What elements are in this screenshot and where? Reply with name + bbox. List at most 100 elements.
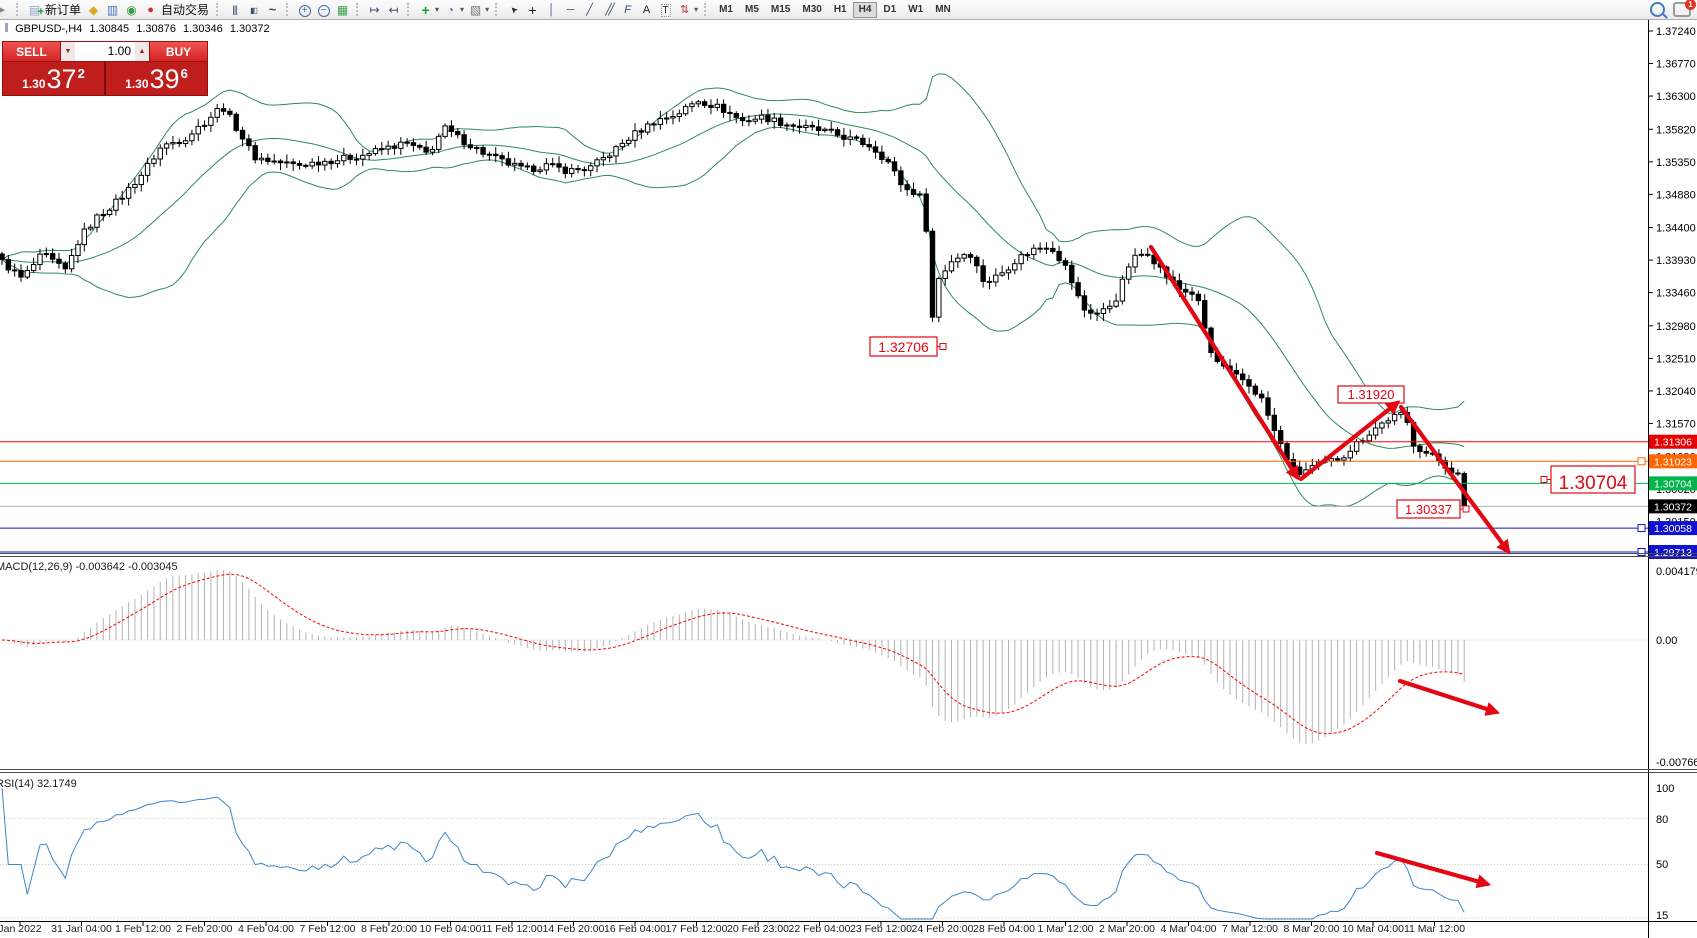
svg-text:23 Feb 12:00: 23 Feb 12:00 (850, 923, 912, 935)
timeframe-m5[interactable]: M5 (739, 2, 765, 18)
trend-arrow[interactable] (1377, 853, 1487, 884)
volume-stepper: ▼ 1.00 ▲ (61, 41, 149, 62)
chart-header-icon (5, 23, 8, 32)
svg-text:31 Jan 04:00: 31 Jan 04:00 (51, 923, 112, 935)
svg-text:2 Mar 20:00: 2 Mar 20:00 (1099, 923, 1155, 935)
volume-decrease-button[interactable]: ▼ (61, 42, 75, 61)
label-icon[interactable] (657, 2, 674, 18)
toolbar-grip (16, 3, 23, 16)
volume-input[interactable]: 1.00 (75, 42, 135, 61)
timeframe-m30[interactable]: M30 (796, 2, 827, 18)
horizontal-line-icon[interactable] (562, 2, 579, 18)
one-click-trade-panel: SELL ▼ 1.00 ▲ BUY 1.30 37 2 1.30 39 6 (2, 41, 208, 96)
svg-text:1.36300: 1.36300 (1656, 91, 1696, 103)
cursor-icon[interactable] (505, 2, 522, 18)
autotrading-label: 自动交易 (161, 1, 209, 18)
svg-text:0.004179: 0.004179 (1656, 566, 1697, 578)
search-icon[interactable] (1650, 2, 1665, 17)
toolbar-right-group: 1 (1648, 2, 1691, 17)
data-window-icon[interactable] (104, 2, 121, 18)
rsi-indicator-label: RSI(14) 32.1749 (0, 778, 77, 790)
trendline-icon[interactable] (581, 2, 598, 18)
close-value: 1.30372 (230, 23, 270, 35)
buy-price[interactable]: 1.30 39 6 (106, 62, 207, 95)
chart-header: GBPUSD-,H4 1.30845 1.30876 1.30346 1.303… (5, 23, 274, 35)
svg-text:1.37240: 1.37240 (1656, 26, 1696, 38)
toolbar: ▸新订单自动交易▾▾▾▾M1M5M15M30H1H4D1W1MN1 (0, 0, 1697, 20)
trend-arrow[interactable] (1151, 247, 1297, 477)
channel-icon[interactable] (600, 2, 617, 18)
macd-pane: 0.0041790.00-0.007666 (0, 566, 1697, 769)
svg-text:1.32040: 1.32040 (1656, 386, 1696, 398)
crosshair-icon[interactable] (524, 2, 541, 18)
zoom-in-icon[interactable] (296, 2, 313, 18)
toolbar-grip (407, 3, 414, 16)
svg-text:15: 15 (1656, 910, 1668, 922)
rsi-pane: 100805015 (0, 783, 1674, 922)
svg-text:1.31023: 1.31023 (1654, 456, 1692, 468)
svg-text:20 Feb 23:00: 20 Feb 23:00 (727, 923, 789, 935)
sell-price[interactable]: 1.30 37 2 (3, 62, 104, 95)
timeframe-m1[interactable]: M1 (713, 2, 739, 18)
chart-shift-icon[interactable] (385, 2, 402, 18)
svg-text:28 Feb 04:00: 28 Feb 04:00 (973, 923, 1035, 935)
indicators-icon[interactable] (417, 2, 434, 18)
trend-arrow[interactable] (1401, 407, 1508, 551)
svg-text:1 Feb 12:00: 1 Feb 12:00 (115, 923, 171, 935)
trend-arrow[interactable] (1301, 403, 1397, 479)
auto-scroll-icon[interactable] (366, 2, 383, 18)
timeframe-d1[interactable]: D1 (877, 2, 902, 18)
timeframe-m15[interactable]: M15 (765, 2, 796, 18)
timeframe-mn[interactable]: MN (929, 2, 957, 18)
bar-chart-icon[interactable] (226, 2, 243, 18)
navigator-icon[interactable] (123, 2, 140, 18)
templates-icon[interactable] (467, 2, 484, 18)
line-chart-icon[interactable] (264, 2, 281, 18)
svg-text:4 Feb 04:00: 4 Feb 04:00 (238, 923, 294, 935)
buy-button[interactable]: BUY (149, 41, 208, 62)
vertical-line-icon[interactable] (543, 2, 560, 18)
arrows-dropdown-caret[interactable]: ▾ (694, 5, 698, 14)
new-order-label: 新订单 (45, 1, 81, 18)
new-order-icon[interactable] (26, 2, 43, 18)
volume-increase-button[interactable]: ▲ (135, 42, 149, 61)
market-watch-icon[interactable] (85, 2, 102, 18)
autotrading-icon[interactable] (142, 2, 159, 18)
svg-text:1.30372: 1.30372 (1654, 501, 1692, 513)
svg-text:7 Feb 12:00: 7 Feb 12:00 (299, 923, 355, 935)
svg-text:10 Feb 04:00: 10 Feb 04:00 (420, 923, 482, 935)
toolbar-grip (356, 3, 363, 16)
chat-icon[interactable]: 1 (1673, 2, 1691, 17)
sell-price-prefix: 1.30 (22, 77, 45, 91)
periods-dropdown-caret[interactable]: ▾ (460, 5, 464, 14)
text-icon[interactable] (638, 2, 655, 18)
indicators-dropdown-caret[interactable]: ▾ (435, 5, 439, 14)
zoom-out-icon[interactable] (315, 2, 332, 18)
candlestick-chart-icon[interactable] (245, 2, 262, 18)
annotations[interactable]: 1.327061.319201.303371.30704 (870, 247, 1635, 884)
svg-text:1.30704: 1.30704 (1654, 478, 1692, 490)
price-level-lines[interactable] (0, 442, 1648, 556)
svg-text:10 Mar 04:00: 10 Mar 04:00 (1342, 923, 1404, 935)
tile-windows-icon[interactable] (334, 2, 351, 18)
time-axis[interactable]: Jan 202231 Jan 04:001 Feb 12:002 Feb 20:… (0, 921, 1465, 935)
svg-text:1.32510: 1.32510 (1656, 353, 1696, 365)
pane-separators[interactable] (0, 554, 1697, 922)
timeframe-w1[interactable]: W1 (902, 2, 929, 18)
timeframe-h4[interactable]: H4 (853, 2, 878, 18)
timeframe-h1[interactable]: H1 (828, 2, 853, 18)
buy-price-pipette: 6 (181, 66, 188, 81)
svg-text:1.35350: 1.35350 (1656, 157, 1696, 169)
notification-badge: 1 (1685, 0, 1696, 10)
chart-canvas[interactable]: 1.372401.367701.363001.358201.353501.348… (0, 0, 1697, 938)
toolbar-grip (216, 3, 223, 16)
svg-text:0.00: 0.00 (1656, 635, 1677, 647)
macd-indicator-label: MACD(12,26,9) -0.003642 -0.003045 (0, 561, 178, 573)
periods-icon[interactable] (442, 2, 459, 18)
arrows-icon[interactable] (676, 2, 693, 18)
trend-arrow[interactable] (1400, 681, 1496, 712)
templates-dropdown-caret[interactable]: ▾ (485, 5, 489, 14)
svg-text:8 Feb 20:00: 8 Feb 20:00 (361, 923, 417, 935)
sell-button[interactable]: SELL (2, 41, 61, 62)
fibonacci-icon[interactable] (619, 2, 636, 18)
